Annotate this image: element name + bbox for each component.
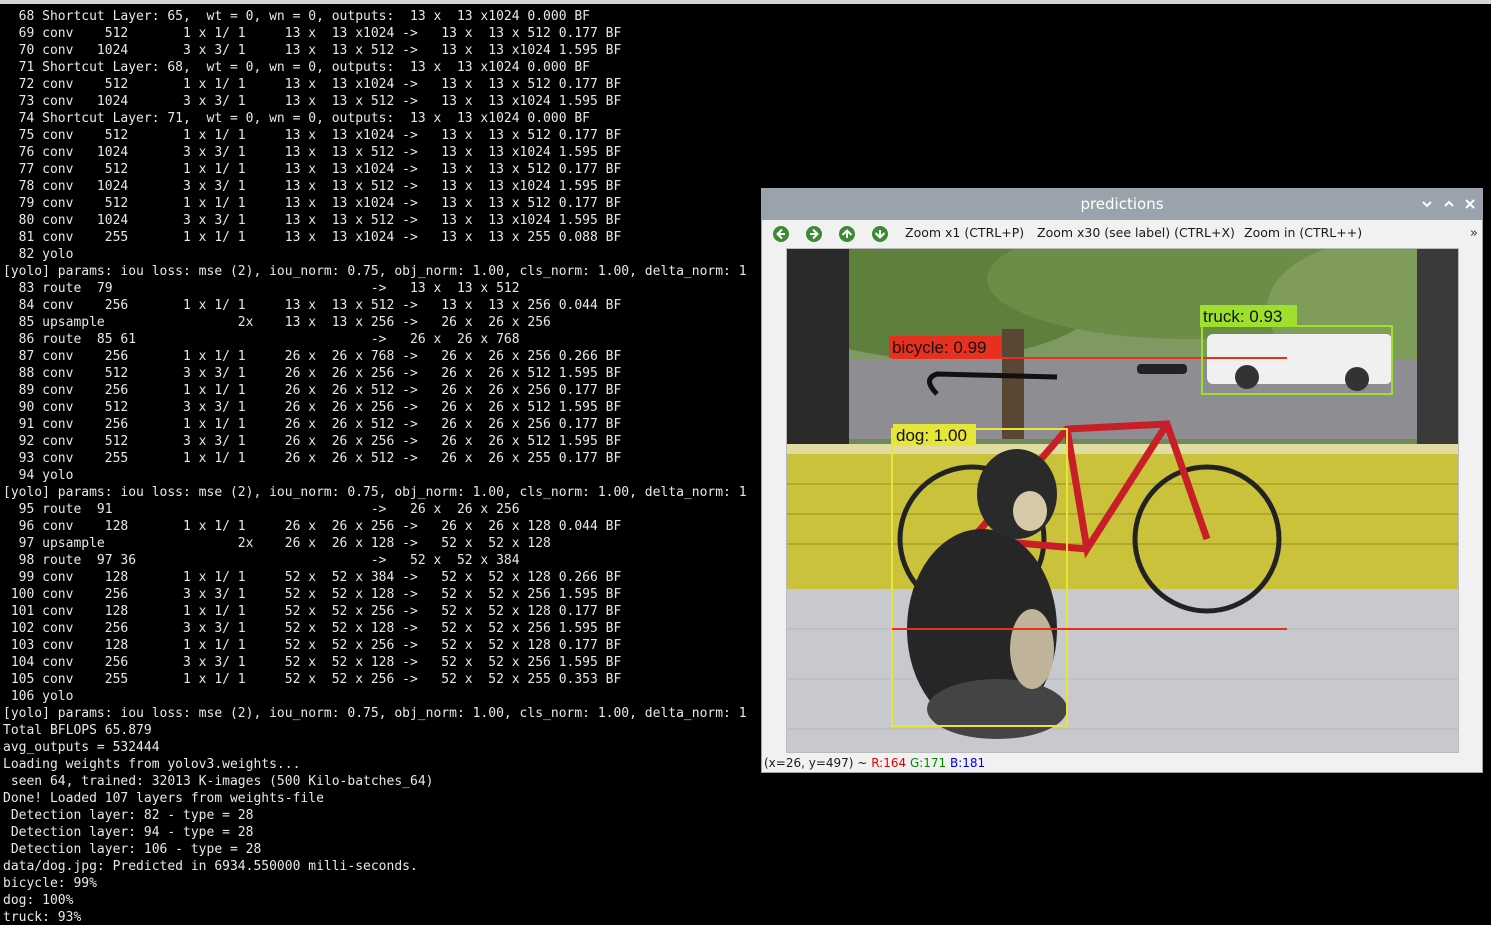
prediction-image[interactable]: bicycle: 0.99 truck: 0.93 dog: 1.00 — [786, 248, 1459, 753]
terminal-line: 95 route 91 -> 26 x 26 x 256 — [3, 502, 520, 517]
terminal-line: 84 conv 256 1 x 1/ 1 13 x 13 x 512 -> 13… — [3, 298, 622, 313]
terminal-line: 80 conv 1024 3 x 3/ 1 13 x 13 x 512 -> 1… — [3, 213, 622, 228]
arrow-up-icon[interactable] — [838, 225, 856, 243]
zoom-x30-button[interactable]: Zoom x30 (see label) (CTRL+X) — [1037, 225, 1235, 240]
terminal-line: 91 conv 256 1 x 1/ 1 26 x 26 x 512 -> 26… — [3, 417, 622, 432]
maximize-icon[interactable] — [1440, 195, 1458, 213]
terminal-line: [yolo] params: iou loss: mse (2), iou_no… — [3, 706, 747, 721]
terminal-line: 90 conv 512 3 x 3/ 1 26 x 26 x 256 -> 26… — [3, 400, 622, 415]
status-bar: (x=26, y=497) ~ R:164 G:171 B:181 — [764, 756, 985, 770]
terminal-line: 85 upsample 2x 13 x 13 x 256 -> 26 x 26 … — [3, 315, 551, 330]
terminal-line: 81 conv 255 1 x 1/ 1 13 x 13 x1024 -> 13… — [3, 230, 622, 245]
arrow-right-icon[interactable] — [805, 225, 823, 243]
terminal-line: 79 conv 512 1 x 1/ 1 13 x 13 x1024 -> 13… — [3, 196, 622, 211]
terminal-line: 93 conv 255 1 x 1/ 1 26 x 26 x 512 -> 26… — [3, 451, 622, 466]
terminal-line: Detection layer: 106 - type = 28 — [3, 842, 262, 857]
arrow-down-icon[interactable] — [871, 225, 889, 243]
minimize-icon[interactable] — [1418, 195, 1436, 213]
terminal-line: [yolo] params: iou loss: mse (2), iou_no… — [3, 264, 747, 279]
terminal-line: 69 conv 512 1 x 1/ 1 13 x 13 x1024 -> 13… — [3, 26, 622, 41]
zoom-in-button[interactable]: Zoom in (CTRL++) — [1244, 225, 1362, 240]
terminal-line: 105 conv 255 1 x 1/ 1 52 x 52 x 256 -> 5… — [3, 672, 622, 687]
terminal-output: 68 Shortcut Layer: 65, wt = 0, wn = 0, o… — [3, 8, 747, 925]
terminal-line: 83 route 79 -> 13 x 13 x 512 — [3, 281, 520, 296]
terminal-line: [yolo] params: iou loss: mse (2), iou_no… — [3, 485, 747, 500]
terminal-line: Done! Loaded 107 layers from weights-fil… — [3, 791, 324, 806]
terminal-line: 82 yolo — [3, 247, 74, 262]
predictions-window[interactable]: predictions Zoom x1 (CTRL+P) Zoom x30 (s… — [761, 188, 1483, 773]
terminal-line: 92 conv 512 3 x 3/ 1 26 x 26 x 256 -> 26… — [3, 434, 622, 449]
terminal-line: 78 conv 1024 3 x 3/ 1 13 x 13 x 512 -> 1… — [3, 179, 622, 194]
detection-scene: bicycle: 0.99 truck: 0.93 dog: 1.00 — [787, 249, 1458, 752]
terminal-line: 100 conv 256 3 x 3/ 1 52 x 52 x 128 -> 5… — [3, 587, 622, 602]
terminal-line: bicycle: 99% — [3, 876, 97, 891]
pixel-green-value: G:171 — [909, 756, 947, 770]
terminal-line: Detection layer: 82 - type = 28 — [3, 808, 254, 823]
terminal-line: 68 Shortcut Layer: 65, wt = 0, wn = 0, o… — [3, 9, 590, 24]
window-title: predictions — [1080, 195, 1164, 213]
toolbar: Zoom x1 (CTRL+P) Zoom x30 (see label) (C… — [762, 220, 1482, 248]
terminal-line: 88 conv 512 3 x 3/ 1 26 x 26 x 256 -> 26… — [3, 366, 622, 381]
terminal-line: Total BFLOPS 65.879 — [3, 723, 152, 738]
terminal-line: 73 conv 1024 3 x 3/ 1 13 x 13 x 512 -> 1… — [3, 94, 622, 109]
terminal-line: 96 conv 128 1 x 1/ 1 26 x 26 x 256 -> 26… — [3, 519, 622, 534]
truck-label: truck: 0.93 — [1203, 307, 1282, 326]
terminal-line: 99 conv 128 1 x 1/ 1 52 x 52 x 384 -> 52… — [3, 570, 622, 585]
terminal-line: 76 conv 1024 3 x 3/ 1 13 x 13 x 512 -> 1… — [3, 145, 622, 160]
terminal-line: dog: 100% — [3, 893, 74, 908]
terminal-line: 70 conv 1024 3 x 3/ 1 13 x 13 x 512 -> 1… — [3, 43, 622, 58]
pixel-red-value: R:164 — [871, 756, 907, 770]
bicycle-label: bicycle: 0.99 — [892, 338, 987, 357]
dog-label: dog: 1.00 — [896, 426, 967, 445]
toolbar-overflow-button[interactable]: » — [1470, 226, 1478, 241]
terminal-line: data/dog.jpg: Predicted in 6934.550000 m… — [3, 859, 418, 874]
pixel-blue-value: B:181 — [950, 756, 986, 770]
terminal-line: 75 conv 512 1 x 1/ 1 13 x 13 x1024 -> 13… — [3, 128, 622, 143]
terminal-line: 104 conv 256 3 x 3/ 1 52 x 52 x 128 -> 5… — [3, 655, 622, 670]
terminal-line: 89 conv 256 1 x 1/ 1 26 x 26 x 512 -> 26… — [3, 383, 622, 398]
terminal-line: Detection layer: 94 - type = 28 — [3, 825, 254, 840]
terminal-line: truck: 93% — [3, 910, 82, 925]
terminal-line: 77 conv 512 1 x 1/ 1 13 x 13 x1024 -> 13… — [3, 162, 622, 177]
terminal-line: seen 64, trained: 32013 K-images (500 Ki… — [3, 774, 434, 789]
arrow-left-icon[interactable] — [772, 225, 790, 243]
terminal-line: 97 upsample 2x 26 x 26 x 128 -> 52 x 52 … — [3, 536, 551, 551]
terminal-line: 102 conv 256 3 x 3/ 1 52 x 52 x 128 -> 5… — [3, 621, 622, 636]
terminal-line: 71 Shortcut Layer: 68, wt = 0, wn = 0, o… — [3, 60, 590, 75]
zoom-x1-button[interactable]: Zoom x1 (CTRL+P) — [905, 225, 1024, 240]
terminal-line: 103 conv 128 1 x 1/ 1 52 x 52 x 256 -> 5… — [3, 638, 622, 653]
terminal-line: 72 conv 512 1 x 1/ 1 13 x 13 x1024 -> 13… — [3, 77, 622, 92]
terminal-line: Loading weights from yolov3.weights... — [3, 757, 301, 772]
terminal-line: 86 route 85 61 -> 26 x 26 x 768 — [3, 332, 520, 347]
terminal-line: 87 conv 256 1 x 1/ 1 26 x 26 x 768 -> 26… — [3, 349, 622, 364]
cursor-coordinates: (x=26, y=497) ~ — [764, 756, 868, 770]
terminal-line: 98 route 97 36 -> 52 x 52 x 384 — [3, 553, 520, 568]
terminal-line: 74 Shortcut Layer: 71, wt = 0, wn = 0, o… — [3, 111, 590, 126]
close-icon[interactable] — [1461, 195, 1479, 213]
terminal-line: 106 yolo — [3, 689, 74, 704]
terminal-line: avg_outputs = 532444 — [3, 740, 160, 755]
terminal-line: 101 conv 128 1 x 1/ 1 52 x 52 x 256 -> 5… — [3, 604, 622, 619]
title-bar[interactable]: predictions — [762, 189, 1482, 220]
terminal-line: 94 yolo — [3, 468, 74, 483]
